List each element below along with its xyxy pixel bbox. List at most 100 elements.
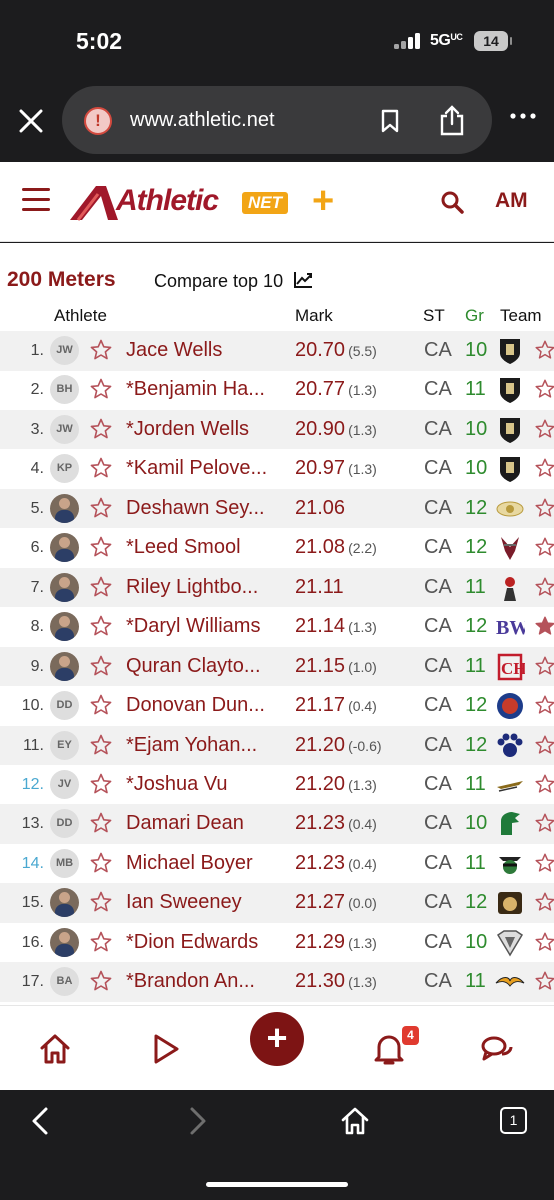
avatar[interactable]: BH: [50, 375, 79, 405]
compare-top-10-link[interactable]: Compare top 10: [154, 271, 283, 292]
bandit-logo[interactable]: [495, 849, 525, 879]
athlete-name-link[interactable]: Deshawn Sey...: [126, 497, 286, 520]
athlete-name-link[interactable]: *Brandon An...: [126, 970, 286, 993]
mark-cell[interactable]: 20.90 (1.3): [295, 418, 377, 441]
avatar[interactable]: [50, 651, 79, 681]
athlete-name-link[interactable]: *Jorden Wells: [126, 418, 286, 441]
tabs-button[interactable]: 1: [500, 1107, 527, 1134]
wing-script-logo[interactable]: [495, 770, 525, 800]
team-star-icon[interactable]: [534, 378, 554, 400]
paw-logo[interactable]: [495, 731, 525, 761]
athlete-name-link[interactable]: Quran Clayto...: [126, 655, 286, 678]
table-row[interactable]: 12. JV *Joshua Vu 21.20 (1.3) CA 11: [0, 765, 554, 805]
gold-crest-logo[interactable]: [495, 494, 525, 524]
mark-value[interactable]: 21.23: [295, 852, 345, 874]
chart-trend-icon[interactable]: [293, 271, 313, 289]
mark-cell[interactable]: 21.20 (-0.6): [295, 734, 382, 757]
avatar[interactable]: [50, 888, 79, 918]
mark-cell[interactable]: 20.97 (1.3): [295, 457, 377, 480]
table-row[interactable]: 16. *Dion Edwards 21.29 (1.3) CA 10: [0, 923, 554, 963]
favorite-star-icon[interactable]: [89, 654, 113, 678]
favorite-star-icon[interactable]: [89, 575, 113, 599]
favorite-star-icon[interactable]: [89, 456, 113, 480]
mark-value[interactable]: 21.27: [295, 891, 345, 913]
favorite-star-icon[interactable]: [89, 811, 113, 835]
team-star-icon[interactable]: [534, 852, 554, 874]
mark-cell[interactable]: 21.23 (0.4): [295, 852, 377, 875]
mark-value[interactable]: 21.15: [295, 655, 345, 677]
home-icon[interactable]: [38, 1032, 72, 1066]
warning-icon[interactable]: !: [84, 107, 112, 135]
favorite-star-icon[interactable]: [89, 733, 113, 757]
athlete-name-link[interactable]: Michael Boyer: [126, 852, 286, 875]
mark-value[interactable]: 21.14: [295, 615, 345, 637]
athlete-name-link[interactable]: *Kamil Pelove...: [126, 457, 286, 480]
table-row[interactable]: 4. KP *Kamil Pelove... 20.97 (1.3) CA 10: [0, 449, 554, 489]
table-row[interactable]: 2. BH *Benjamin Ha... 20.77 (1.3) CA 11: [0, 370, 554, 410]
avatar[interactable]: [50, 493, 79, 523]
more-icon[interactable]: [510, 112, 536, 120]
avatar[interactable]: BA: [50, 967, 79, 997]
favorite-star-icon[interactable]: [89, 772, 113, 796]
user-initials-button[interactable]: AM: [495, 189, 528, 213]
favorite-star-icon[interactable]: [89, 377, 113, 401]
team-star-icon[interactable]: [534, 812, 554, 834]
mascot-logo[interactable]: [495, 573, 525, 603]
mark-cell[interactable]: 20.77 (1.3): [295, 378, 377, 401]
mark-value[interactable]: 20.77: [295, 378, 345, 400]
avatar[interactable]: EY: [50, 730, 79, 760]
athlete-name-link[interactable]: *Benjamin Ha...: [126, 378, 286, 401]
favorite-star-icon[interactable]: [89, 496, 113, 520]
address-field[interactable]: ! www.athletic.net: [62, 86, 492, 154]
favorite-star-icon[interactable]: [89, 693, 113, 717]
athlete-name-link[interactable]: Jace Wells: [126, 339, 286, 362]
favorited-team-star-icon[interactable]: [534, 615, 554, 637]
knight-shield-logo[interactable]: [495, 454, 525, 484]
table-row[interactable]: 15. Ian Sweeney 21.27 (0.0) CA 12: [0, 883, 554, 923]
team-star-icon[interactable]: [534, 931, 554, 953]
team-star-icon[interactable]: [534, 734, 554, 756]
athlete-name-link[interactable]: *Ejam Yohan...: [126, 734, 286, 757]
table-row[interactable]: 11. EY *Ejam Yohan... 21.20 (-0.6) CA 12: [0, 725, 554, 765]
table-row[interactable]: 1. JW Jace Wells 20.70 (5.5) CA 10: [0, 331, 554, 371]
column-header-team[interactable]: Team: [500, 306, 542, 326]
athletic-net-logo[interactable]: Athletic NET +: [68, 178, 358, 226]
team-star-icon[interactable]: [534, 497, 554, 519]
table-row[interactable]: 6. *Leed Smool 21.08 (2.2) CA 12: [0, 528, 554, 568]
athlete-name-link[interactable]: *Leed Smool: [126, 536, 286, 559]
table-row[interactable]: 7. Riley Lightbo... 21.11 CA 11: [0, 567, 554, 608]
chat-icon[interactable]: [480, 1032, 514, 1066]
spartan-logo[interactable]: [495, 809, 525, 839]
mark-value[interactable]: 21.20: [295, 734, 345, 756]
mark-value[interactable]: 21.23: [295, 812, 345, 834]
mark-value[interactable]: 21.30: [295, 970, 345, 992]
add-button[interactable]: +: [250, 1012, 304, 1066]
avatar[interactable]: DD: [50, 809, 79, 839]
mark-cell[interactable]: 21.29 (1.3): [295, 931, 377, 954]
play-icon[interactable]: [148, 1032, 182, 1066]
mark-cell[interactable]: 21.17 (0.4): [295, 694, 377, 717]
avatar[interactable]: KP: [50, 454, 79, 484]
mark-cell[interactable]: 20.70 (5.5): [295, 339, 377, 362]
team-star-icon[interactable]: [534, 576, 554, 598]
notification-bell-icon[interactable]: [372, 1032, 406, 1066]
avatar[interactable]: JV: [50, 769, 79, 799]
ch-letters-logo[interactable]: CH: [495, 652, 525, 682]
table-row[interactable]: 10. DD Donovan Dun... 21.17 (0.4) CA 12: [0, 686, 554, 726]
mark-value[interactable]: 21.17: [295, 694, 345, 716]
team-star-icon[interactable]: [534, 457, 554, 479]
favorite-star-icon[interactable]: [89, 417, 113, 441]
column-header-athlete[interactable]: Athlete: [54, 306, 107, 326]
favorite-star-icon[interactable]: [89, 851, 113, 875]
avatar[interactable]: [50, 612, 79, 642]
mark-value[interactable]: 21.29: [295, 931, 345, 953]
athlete-name-link[interactable]: *Daryl Williams: [126, 615, 286, 638]
close-icon[interactable]: [18, 108, 44, 134]
mark-value[interactable]: 20.97: [295, 457, 345, 479]
team-star-icon[interactable]: [534, 694, 554, 716]
favorite-star-icon[interactable]: [89, 969, 113, 993]
mark-cell[interactable]: 21.20 (1.3): [295, 773, 377, 796]
knight-shield-logo[interactable]: [495, 375, 525, 405]
back-icon[interactable]: [26, 1106, 56, 1136]
avatar[interactable]: JW: [50, 336, 79, 365]
